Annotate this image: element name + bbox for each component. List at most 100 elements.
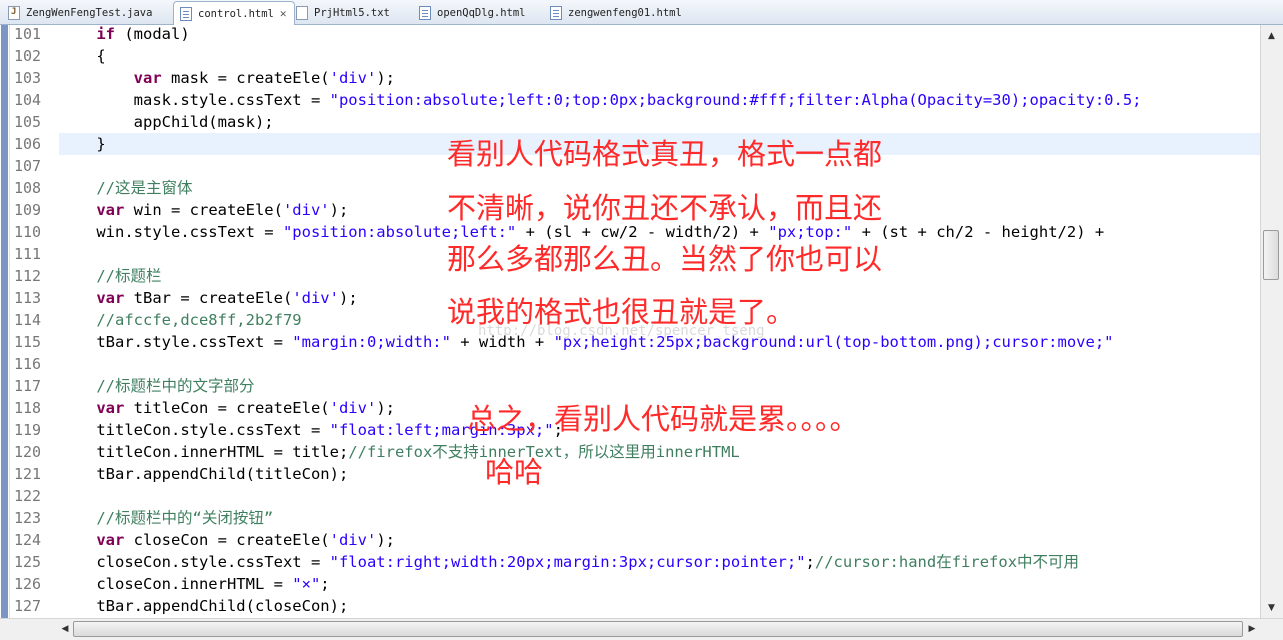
annotation-line-1: 看别人代码格式真丑，格式一点都 [447,137,883,171]
string-token: 'div' [329,531,377,549]
code-line[interactable]: var mask = createEle('div'); [59,67,1260,89]
code-token: } [59,135,106,153]
annotation-line-6: 哈哈 [485,455,544,489]
comment-token: //firefox不支持innerText，所以这里用innerHTML [348,443,740,461]
vertical-scroll-thumb[interactable] [1263,230,1279,280]
comment-token: //标题栏 [96,267,162,285]
line-number: 110 [14,223,42,241]
editor-tab-bar: ZengWenFengTest.java control.html ✕ PrjHtml… [0,0,1283,25]
text-file-icon [296,6,308,20]
code-line[interactable]: tBar.appendChild(titleCon); [59,463,1260,485]
code-line[interactable]: mask.style.cssText = "position:absolute;… [59,89,1260,111]
annotation-line-4: 说我的格式也很丑就是了。 [447,295,796,329]
close-tab-icon[interactable]: ✕ [280,7,287,20]
code-token: + (sl + cw/2 - width/2) + [516,223,769,241]
string-token: "position:absolute;left:" [282,223,517,241]
comment-token: //标题栏中的“关闭按钮” [96,509,274,527]
code-token: ; [805,553,815,571]
horizontal-scrollbar[interactable]: ◀ ▶ [0,618,1283,640]
html-file-icon [419,6,431,20]
code-line[interactable]: //标题栏中的“关闭按钮” [59,507,1260,529]
line-number: 116 [14,355,42,373]
keyword-token: var [96,399,125,417]
comment-token: //cursor:hand在firefox中不可用 [814,553,1080,571]
line-number: 125 [14,553,42,571]
code-token: mask.style.cssText = [59,91,330,109]
line-number: 124 [14,531,42,549]
line-number: 104 [14,91,42,109]
string-token: 'div' [292,289,339,307]
line-number: 121 [14,465,42,483]
vertical-scrollbar[interactable]: ▲ ▼ [1260,25,1283,618]
line-number: 106 [14,135,42,153]
code-line[interactable]: closeCon.innerHTML = "×"; [59,573,1260,595]
line-number-gutter: 101 102 103 104 105 106 107 108 109 110 111 112 113 1… [10,25,59,618]
string-token: 'div' [282,201,330,219]
tab-label: PrjHtml5.txt [314,7,390,19]
code-line[interactable]: var closeCon = createEle('div'); [59,529,1260,551]
code-token: tBar.appendChild(closeCon); [59,597,349,615]
keyword-token: if [96,25,115,43]
java-file-icon [8,6,20,20]
line-number: 113 [14,289,42,307]
tab-openqqdlg-html[interactable]: openQqDlg.html [419,2,526,24]
line-number: 115 [14,333,42,351]
line-number: 101 [14,25,42,43]
line-number: 127 [14,597,42,615]
tab-zengwenfengtest-java[interactable]: ZengWenFengTest.java [8,2,152,24]
code-token: ); [376,69,395,87]
horizontal-scroll-thumb[interactable] [73,621,1243,637]
code-token: appChild(mask); [59,113,274,131]
scroll-left-icon[interactable]: ◀ [59,621,71,637]
line-number: 122 [14,487,42,505]
scroll-right-icon[interactable]: ▶ [1246,621,1258,637]
code-token: titleCon = createEle( [124,399,330,417]
tab-prjhtml5-txt[interactable]: PrjHtml5.txt [296,2,390,24]
code-token: tBar = createEle( [124,289,293,307]
line-number: 117 [14,377,42,395]
code-token: ); [376,399,395,417]
code-token: closeCon.innerHTML = [59,575,293,593]
line-number: 123 [14,509,42,527]
code-token: (modal) [115,25,190,43]
code-line[interactable]: if (modal) [59,25,1260,45]
code-token: ); [338,289,358,307]
scroll-down-icon[interactable]: ▼ [1263,599,1280,616]
scroll-up-icon[interactable]: ▲ [1263,27,1280,44]
tab-label: zengwenfeng01.html [568,7,682,19]
annotation-line-5: 总之，看别人代码就是累。。。。 [467,402,859,436]
tab-label: openQqDlg.html [437,7,526,19]
code-line[interactable]: appChild(mask); [59,111,1260,133]
code-token: { [59,47,106,65]
code-line[interactable]: //标题栏中的文字部分 [59,375,1260,397]
code-line[interactable]: titleCon.innerHTML = title;//firefox不支持i… [59,441,1260,463]
string-token: "px;top:" [768,223,853,241]
line-number: 120 [14,443,42,461]
annotation-line-2: 不清晰，说你丑还不承认，而且还 [447,191,883,225]
code-line[interactable]: { [59,45,1260,67]
code-line[interactable] [59,485,1260,507]
code-line[interactable] [59,353,1260,375]
code-line[interactable]: tBar.appendChild(closeCon); [59,595,1260,617]
tab-label: control.html [198,7,274,20]
code-line[interactable]: closeCon.style.cssText = "float:right;wi… [59,551,1260,573]
comment-token: //标题栏中的文字部分 [96,377,255,395]
tab-control-html[interactable]: control.html ✕ [173,1,296,25]
line-number: 111 [14,245,42,263]
code-token: ); [376,531,395,549]
code-token: mask = createEle( [161,69,330,87]
tab-zengwenfeng01-html[interactable]: zengwenfeng01.html [550,2,682,24]
line-number: 119 [14,421,42,439]
comment-token: //这是主窗体 [96,179,193,197]
keyword-token: var [96,289,125,307]
html-file-icon [180,6,192,21]
code-token: tBar.style.cssText = [59,333,293,351]
line-number: 108 [14,179,42,197]
